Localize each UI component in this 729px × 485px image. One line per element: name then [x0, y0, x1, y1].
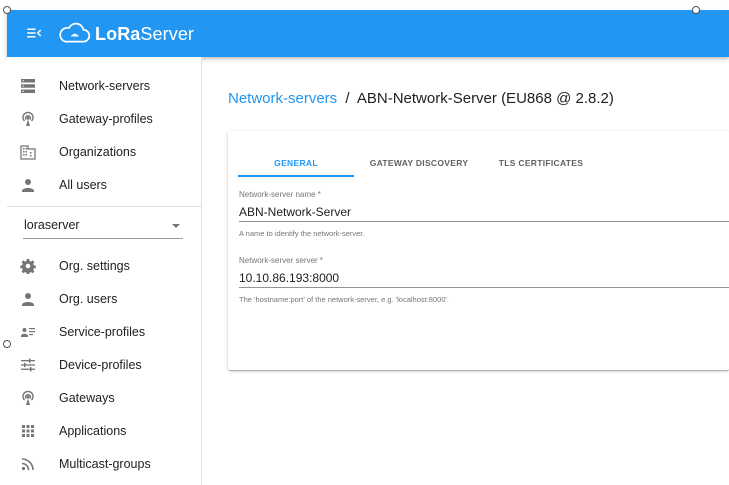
- network-server-card: General Gateway discovery TLS certificat…: [228, 131, 729, 370]
- sidebar-item-label: Device-profiles: [59, 357, 142, 372]
- field-label: Network-server name *: [239, 190, 321, 199]
- resize-handle[interactable]: [3, 340, 11, 348]
- app-bar: LoRaServer: [7, 10, 729, 57]
- field-helper-text: A name to identify the network-server.: [239, 229, 365, 238]
- tab-general[interactable]: General: [238, 149, 354, 176]
- sidebar-item-service-profiles[interactable]: Service-profiles: [7, 315, 201, 348]
- dropdown-arrow-icon: [172, 224, 180, 228]
- sidebar-item-org-settings[interactable]: Org. settings: [7, 249, 201, 282]
- tab-tls-certificates[interactable]: TLS certificates: [483, 149, 599, 176]
- sidebar-item-label: Org. settings: [59, 258, 130, 273]
- sidebar-item-applications[interactable]: Applications: [7, 414, 201, 447]
- tab-gateway-discovery[interactable]: Gateway discovery: [361, 149, 477, 176]
- sidebar-item-multicast-groups[interactable]: Multicast-groups: [7, 447, 201, 480]
- sidebar-item-label: Gateways: [59, 390, 115, 405]
- page-title: ABN-Network-Server (EU868 @ 2.8.2): [356, 90, 614, 107]
- sidebar-item-device-profiles[interactable]: Device-profiles: [7, 348, 201, 381]
- account-details-icon: [20, 324, 36, 340]
- sidebar-item-label: Gateway-profiles: [59, 111, 153, 126]
- breadcrumb-network-servers-link[interactable]: Network-servers: [228, 90, 337, 107]
- sidebar-item-label: All users: [59, 177, 107, 192]
- app-logo[interactable]: LoRaServer: [57, 20, 194, 48]
- breadcrumb-separator: /: [345, 90, 350, 107]
- field-label: Network-server server *: [239, 256, 324, 265]
- sidebar-divider: [7, 206, 201, 207]
- gear-icon: [20, 258, 36, 274]
- domain-icon: [20, 144, 36, 160]
- user-icon: [20, 291, 36, 307]
- rss-icon: [20, 456, 36, 472]
- menu-collapse-button[interactable]: [25, 24, 43, 42]
- apps-grid-icon: [20, 423, 36, 439]
- menu-collapse-icon: [27, 28, 42, 38]
- sidebar-item-organizations[interactable]: Organizations: [7, 135, 201, 168]
- network-server-name-input[interactable]: [239, 203, 729, 222]
- server-icon: [20, 78, 36, 94]
- sidebar-item-label: Multicast-groups: [59, 456, 151, 471]
- network-server-server-input[interactable]: [239, 269, 729, 288]
- sidebar-item-label: Applications: [59, 423, 127, 438]
- field-helper-text: The 'hostname:port' of the network-serve…: [239, 295, 450, 304]
- sidebar: Network-servers Gateway-profiles Organiz…: [7, 57, 202, 485]
- sidebar-item-gateways[interactable]: Gateways: [7, 381, 201, 414]
- app-title: LoRaServer: [95, 23, 195, 44]
- organization-select-value: loraserver: [24, 218, 80, 232]
- tune-icon: [20, 357, 36, 373]
- radio-tower-icon: [20, 111, 36, 127]
- sidebar-item-label: Service-profiles: [59, 324, 146, 339]
- sidebar-item-label: Org. users: [59, 291, 118, 306]
- radio-tower-icon: [20, 390, 36, 406]
- organization-select[interactable]: loraserver: [23, 214, 183, 239]
- sidebar-item-label: Organizations: [59, 144, 137, 159]
- sidebar-item-all-users[interactable]: All users: [7, 168, 201, 201]
- breadcrumb: Network-servers / ABN-Network-Server (EU…: [228, 90, 614, 107]
- cloud-logo-icon: [59, 22, 91, 43]
- sidebar-item-gateway-profiles[interactable]: Gateway-profiles: [7, 102, 201, 135]
- sidebar-item-network-servers[interactable]: Network-servers: [7, 69, 201, 102]
- active-tab-indicator: [238, 175, 354, 177]
- user-icon: [20, 177, 36, 193]
- resize-handle[interactable]: [3, 6, 11, 14]
- sidebar-item-org-users[interactable]: Org. users: [7, 282, 201, 315]
- sidebar-item-label: Network-servers: [59, 78, 150, 93]
- resize-handle[interactable]: [692, 6, 700, 14]
